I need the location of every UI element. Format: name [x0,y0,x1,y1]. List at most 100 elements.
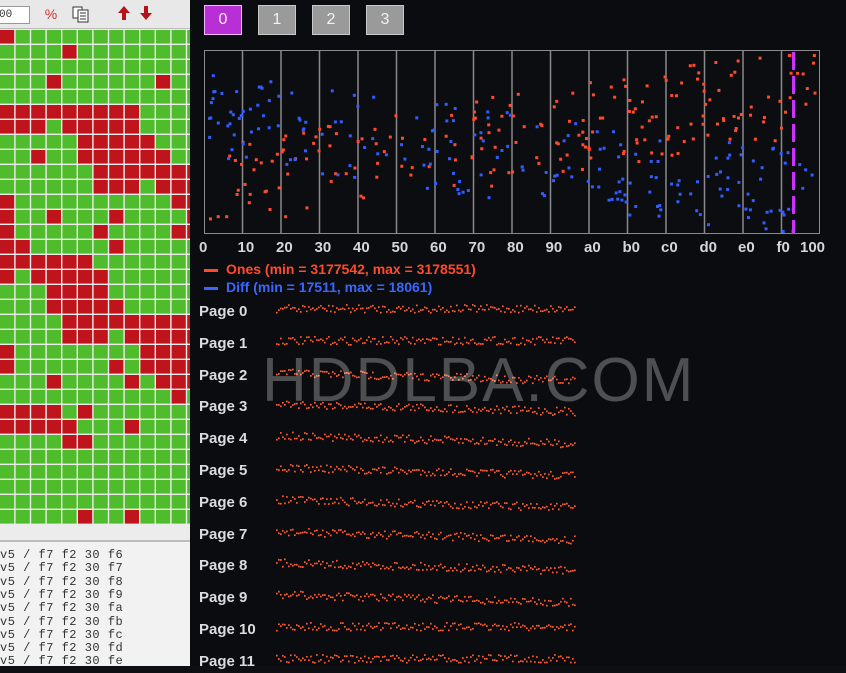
grid-cell[interactable] [109,480,124,494]
grid-cell[interactable] [78,465,93,479]
grid-cell[interactable] [46,30,61,44]
grid-cell[interactable] [156,420,171,434]
grid-cell[interactable] [109,75,124,89]
grid-cell[interactable] [93,360,108,374]
grid-cell[interactable] [140,60,155,74]
grid-cell[interactable] [109,465,124,479]
grid-cell[interactable] [46,120,61,134]
grid-cell[interactable] [124,510,139,524]
page-label[interactable]: Page 5 [199,462,247,479]
grid-cell[interactable] [0,210,15,224]
grid-cell[interactable] [171,75,186,89]
grid-cell[interactable] [62,435,77,449]
grid-cell[interactable] [93,150,108,164]
grid-cell[interactable] [140,420,155,434]
grid-cell[interactable] [124,480,139,494]
grid-cell[interactable] [156,300,171,314]
grid-cell[interactable] [93,300,108,314]
grid-cell[interactable] [62,420,77,434]
grid-cell[interactable] [156,510,171,524]
grid-cell[interactable] [109,270,124,284]
grid-cell[interactable] [46,330,61,344]
grid-cell[interactable] [78,390,93,404]
grid-cell[interactable] [93,465,108,479]
grid-cell[interactable] [46,165,61,179]
grid-cell[interactable] [15,330,30,344]
grid-cell[interactable] [15,345,30,359]
grid-cell[interactable] [62,210,77,224]
grid-cell[interactable] [140,30,155,44]
grid-cell[interactable] [0,165,15,179]
grid-cell[interactable] [156,390,171,404]
grid-cell[interactable] [109,195,124,209]
page-label[interactable]: Page 1 [199,335,247,352]
grid-cell[interactable] [109,90,124,104]
grid-cell[interactable] [124,60,139,74]
grid-cell[interactable] [31,420,46,434]
grid-cell[interactable] [46,450,61,464]
toolbar-value-input[interactable]: 00 [0,6,30,24]
grid-cell[interactable] [109,360,124,374]
grid-cell[interactable] [31,120,46,134]
grid-cell[interactable] [15,435,30,449]
grid-cell[interactable] [156,435,171,449]
grid-cell[interactable] [46,180,61,194]
grid-cell[interactable] [31,60,46,74]
grid-cell[interactable] [124,300,139,314]
grid-cell[interactable] [78,435,93,449]
grid-cell[interactable] [140,300,155,314]
grid-cell[interactable] [78,285,93,299]
grid-cell[interactable] [156,45,171,59]
grid-cell[interactable] [62,105,77,119]
grid-cell[interactable] [124,90,139,104]
grid-cell[interactable] [109,420,124,434]
grid-cell[interactable] [140,345,155,359]
grid-cell[interactable] [31,510,46,524]
arrow-down-icon[interactable] [138,5,154,23]
grid-cell[interactable] [156,120,171,134]
grid-cell[interactable] [78,420,93,434]
grid-cell[interactable] [156,255,171,269]
grid-cell[interactable] [109,390,124,404]
grid-cell[interactable] [78,360,93,374]
grid-cell[interactable] [140,195,155,209]
page-label[interactable]: Page 4 [199,430,247,447]
grid-cell[interactable] [62,45,77,59]
grid-cell[interactable] [156,75,171,89]
grid-cell[interactable] [62,510,77,524]
grid-cell[interactable] [124,105,139,119]
grid-cell[interactable] [0,45,15,59]
grid-cell[interactable] [62,240,77,254]
grid-cell[interactable] [140,510,155,524]
grid-cell[interactable] [171,30,186,44]
grid-cell[interactable] [93,480,108,494]
grid-cell[interactable] [93,30,108,44]
grid-cell[interactable] [171,255,186,269]
grid-cell[interactable] [46,390,61,404]
grid-cell[interactable] [109,375,124,389]
grid-cell[interactable] [15,90,30,104]
grid-cell[interactable] [0,300,15,314]
grid-cell[interactable] [93,285,108,299]
grid-cell[interactable] [31,405,46,419]
grid-cell[interactable] [109,300,124,314]
grid-cell[interactable] [93,345,108,359]
page-label[interactable]: Page 3 [199,398,247,415]
grid-cell[interactable] [140,360,155,374]
grid-cell[interactable] [15,450,30,464]
grid-cell[interactable] [93,75,108,89]
grid-cell[interactable] [140,150,155,164]
grid-cell[interactable] [78,120,93,134]
grid-cell[interactable] [156,315,171,329]
grid-cell[interactable] [93,255,108,269]
grid-cell[interactable] [15,135,30,149]
grid-cell[interactable] [140,210,155,224]
grid-cell[interactable] [78,330,93,344]
grid-cell[interactable] [156,180,171,194]
grid-cell[interactable] [0,60,15,74]
grid-cell[interactable] [171,480,186,494]
grid-cell[interactable] [124,405,139,419]
grid-cell[interactable] [156,240,171,254]
grid-cell[interactable] [46,105,61,119]
grid-cell[interactable] [124,345,139,359]
